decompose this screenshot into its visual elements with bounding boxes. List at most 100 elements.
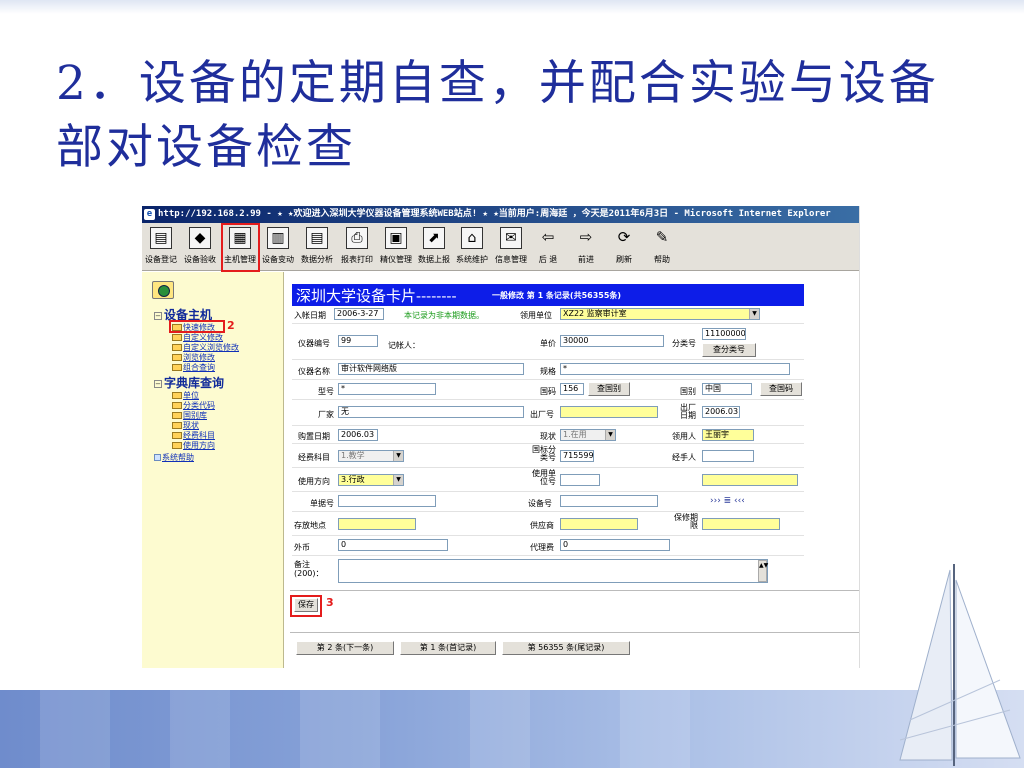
- folder-icon: [172, 334, 182, 341]
- report-icon: ⬈: [423, 227, 445, 249]
- folder-icon: [172, 364, 182, 371]
- spec-field[interactable]: *: [560, 363, 790, 375]
- direction-select[interactable]: 3.行政 ▼: [338, 474, 404, 486]
- row-direction: 使用方向 3.行政 ▼ 使用单位号: [292, 468, 804, 492]
- separator-bottom: [290, 632, 859, 633]
- model-field[interactable]: *: [338, 383, 436, 395]
- dropdown-arrow-icon: ▼: [393, 451, 403, 461]
- ie-logo-icon: e: [144, 209, 155, 220]
- toolbar-label: 帮助: [654, 255, 670, 264]
- toolbar-back[interactable]: ⇦ 后 退: [532, 227, 564, 269]
- back-arrow-icon: ⇦: [541, 228, 555, 246]
- register-icon: ▤: [150, 227, 172, 249]
- equipment-card: 深圳大学设备卡片-------- 一般修改 第 1 条记录(共56355条) 入…: [292, 284, 804, 608]
- toolbar-analysis[interactable]: ▤ 数据分析: [297, 227, 337, 269]
- query-country-button[interactable]: 查国别: [588, 382, 630, 396]
- toolbar-register[interactable]: ▤ 设备登记: [142, 227, 180, 269]
- toolbar-label: 精仪管理: [380, 255, 412, 264]
- user-field[interactable]: 王丽宇: [702, 429, 754, 441]
- inst-no-field[interactable]: 99: [338, 335, 378, 347]
- country-field[interactable]: 中国: [702, 383, 752, 395]
- folder-icon: [172, 432, 182, 439]
- maker-field[interactable]: 无: [338, 406, 524, 418]
- toolbar-acceptance[interactable]: ◆ 设备验收: [181, 227, 219, 269]
- bottom-band: [0, 690, 1024, 768]
- row-entry: 入帐日期 2006-3-27 本记录为非本期数据。 领用单位 XZ22 监察审计…: [292, 306, 804, 324]
- dropdown-arrow-icon: ▼: [605, 430, 615, 440]
- fund-label: 经费科目: [298, 453, 330, 462]
- tree-item-help[interactable]: 系统帮助: [154, 452, 194, 463]
- folder-icon: [172, 422, 182, 429]
- band-stripe: [470, 690, 530, 768]
- factory-no-field[interactable]: [560, 406, 658, 418]
- location-field[interactable]: [338, 518, 416, 530]
- inst-name-field[interactable]: 审计软件网络版: [338, 363, 524, 375]
- toolbar-label: 系统维护: [456, 255, 488, 264]
- toolbar-refresh[interactable]: ⟳ 刷新: [608, 227, 640, 269]
- class-no-field[interactable]: 11100000: [702, 328, 746, 340]
- change-icon: ▥: [267, 227, 289, 249]
- last-record-button[interactable]: 第 56355 条(尾记录): [502, 641, 630, 655]
- next-record-button[interactable]: 第 2 条(下一条): [296, 641, 394, 655]
- row-foreign: 外币 0 代理费 0: [292, 536, 804, 556]
- bill-no-label: 单据号: [310, 499, 334, 508]
- maker-label: 厂家: [318, 410, 334, 419]
- toolbar-help[interactable]: ✎ 帮助: [646, 227, 678, 269]
- bill-no-field[interactable]: [338, 495, 436, 507]
- first-record-button[interactable]: 第 1 条(首记录): [400, 641, 496, 655]
- card-title-text: 深圳大学设备卡片: [296, 287, 417, 305]
- std-class-field[interactable]: 715599: [560, 450, 594, 462]
- direction-value: 3.行政: [341, 475, 365, 484]
- buy-date-field[interactable]: 2006.03: [338, 429, 378, 441]
- info-icon: ✉: [500, 227, 522, 249]
- toolbar-maintenance[interactable]: ⌂ 系统维护: [453, 227, 491, 269]
- scrollbar-icon[interactable]: ▲▼: [758, 560, 768, 582]
- card-header: 深圳大学设备卡片-------- 一般修改 第 1 条记录(共56355条): [292, 284, 804, 306]
- class-no-label: 分类号: [672, 339, 696, 348]
- row-location: 存放地点 供应商 保修期限: [292, 512, 804, 536]
- collapse-icon: −: [154, 312, 162, 320]
- toolbar-change[interactable]: ▥ 设备变动: [260, 227, 296, 269]
- status-select[interactable]: 1.在用 ▼: [560, 429, 616, 441]
- row-inst-name: 仪器名称 审计软件网络版 规格 *: [292, 360, 804, 380]
- unit-select[interactable]: XZ22 监察审计室 ▼: [560, 308, 760, 320]
- toolbar-label: 数据分析: [301, 255, 333, 264]
- toolbar-forward[interactable]: ⇨ 前进: [570, 227, 602, 269]
- user-unit-no-field[interactable]: [560, 474, 600, 486]
- handler-field[interactable]: [702, 450, 754, 462]
- agent-fee-field[interactable]: 0: [560, 539, 670, 551]
- tree-item-combined-query[interactable]: 组合查询: [172, 362, 215, 373]
- query-class-button[interactable]: 查分类号: [702, 343, 756, 357]
- toolbar-label: 报表打印: [341, 255, 373, 264]
- factory-date-field[interactable]: 2006.03: [702, 406, 740, 418]
- warranty-field[interactable]: [702, 518, 780, 530]
- separator-top: [290, 590, 859, 591]
- toolbar-print[interactable]: ⎙ 报表打印: [338, 227, 376, 269]
- entry-date-field[interactable]: 2006-3-27: [334, 308, 384, 320]
- tree-group-dict[interactable]: − 字典库查询: [154, 374, 224, 391]
- status-label: 现状: [540, 432, 556, 441]
- toolbar-precision[interactable]: ▣ 精仪管理: [377, 227, 415, 269]
- toolbar-info[interactable]: ✉ 信息管理: [491, 227, 531, 269]
- status-value: 1.在用: [563, 430, 587, 439]
- screenshot-window: e http://192.168.2.99 - ★ ★欢迎进入深圳大学仪器设备管…: [142, 206, 860, 668]
- card-subtitle: 一般修改 第 1 条记录(共56355条): [492, 291, 622, 300]
- tree-item-direction[interactable]: 使用方向: [172, 440, 215, 451]
- remark-textarea[interactable]: [338, 559, 768, 583]
- toolbar-report[interactable]: ⬈ 数据上报: [415, 227, 453, 269]
- device-no-field[interactable]: [560, 495, 658, 507]
- forward-arrow-icon: ⇨: [579, 228, 593, 246]
- extra-yellow-field[interactable]: [702, 474, 798, 486]
- dropdown-arrow-icon: ▼: [393, 475, 403, 485]
- foreign-field[interactable]: 0: [338, 539, 448, 551]
- folder-icon: [172, 442, 182, 449]
- supplier-field[interactable]: [560, 518, 638, 530]
- price-field[interactable]: 30000: [560, 335, 664, 347]
- country-code-field[interactable]: 156: [560, 383, 584, 395]
- toolbar-label: 设备登记: [145, 255, 177, 264]
- row-fund: 经费科目 1.教学 ▼ 国标分类号 715599 经手人: [292, 444, 804, 468]
- model-label: 型号: [318, 387, 334, 396]
- fund-select[interactable]: 1.教学 ▼: [338, 450, 404, 462]
- query-country-code-button[interactable]: 查国码: [760, 382, 802, 396]
- record-nav-icons[interactable]: ››› ≣ ‹‹‹: [710, 496, 745, 506]
